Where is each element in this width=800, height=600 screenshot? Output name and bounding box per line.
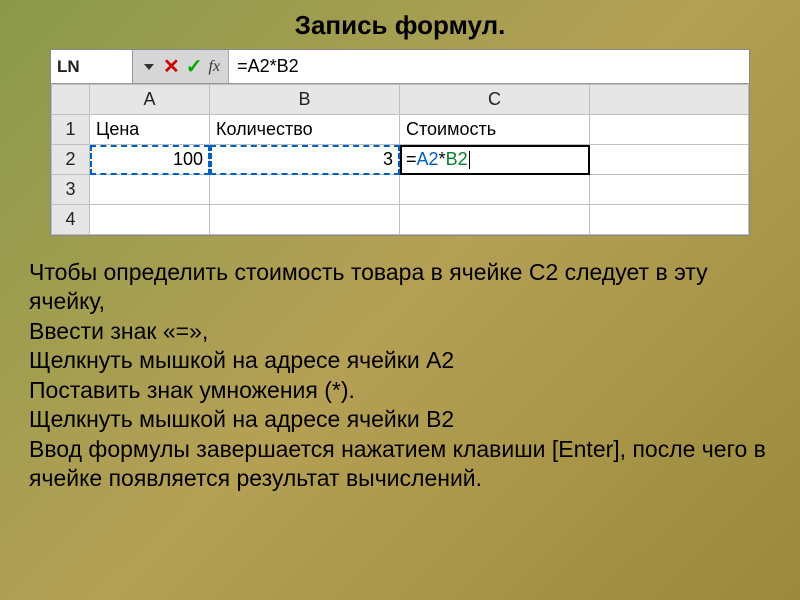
select-all-corner[interactable]	[52, 85, 90, 115]
cell-a2[interactable]: 100	[90, 145, 210, 175]
cell-c4[interactable]	[400, 205, 590, 235]
formula-bar: LN ✕ ✓ fx =A2*B2	[51, 50, 749, 84]
spreadsheet-grid: A B C 1 Цена Количество Стоимость 2 100 …	[51, 84, 749, 235]
formula-ref-b2: B2	[446, 149, 468, 169]
row-header-1[interactable]: 1	[52, 115, 90, 145]
cell-a3[interactable]	[90, 175, 210, 205]
cell-a4[interactable]	[90, 205, 210, 235]
col-header-a[interactable]: A	[90, 85, 210, 115]
col-header-extra[interactable]	[590, 85, 749, 115]
formula-op: *	[439, 149, 446, 169]
formula-ref-a2: A2	[417, 149, 439, 169]
cell-d2[interactable]	[590, 145, 749, 175]
instruction-line-2: Ввести знак «=»,	[29, 317, 771, 346]
cell-b2[interactable]: 3	[210, 145, 400, 175]
cell-b1[interactable]: Количество	[210, 115, 400, 145]
row-header-4[interactable]: 4	[52, 205, 90, 235]
instruction-line-1: Чтобы определить стоимость товара в ячей…	[29, 258, 771, 317]
col-header-b[interactable]: B	[210, 85, 400, 115]
cell-d1[interactable]	[590, 115, 749, 145]
cell-d3[interactable]	[590, 175, 749, 205]
excel-screenshot: LN ✕ ✓ fx =A2*B2 A B C 1 Цена Количество	[50, 49, 750, 236]
cell-b3[interactable]	[210, 175, 400, 205]
cell-b4[interactable]	[210, 205, 400, 235]
name-box[interactable]: LN	[51, 50, 133, 83]
fx-icon[interactable]: fx	[209, 58, 221, 76]
instruction-line-4: Поставить знак умножения (*).	[29, 376, 771, 405]
formula-bar-buttons: ✕ ✓ fx	[133, 50, 229, 83]
name-box-dropdown-icon[interactable]	[144, 64, 154, 70]
instruction-text: Чтобы определить стоимость товара в ячей…	[25, 258, 775, 494]
slide-title: Запись формул.	[25, 10, 775, 41]
cell-d4[interactable]	[590, 205, 749, 235]
formula-input[interactable]: =A2*B2	[229, 50, 749, 83]
formula-eq: =	[406, 149, 417, 169]
cell-c3[interactable]	[400, 175, 590, 205]
instruction-line-5: Щелкнуть мышкой на адресе ячейки B2	[29, 405, 771, 434]
row-header-3[interactable]: 3	[52, 175, 90, 205]
enter-icon[interactable]: ✓	[186, 54, 203, 79]
instruction-line-3: Щелкнуть мышкой на адресе ячейки A2	[29, 346, 771, 375]
cell-c2[interactable]: =A2*B2	[400, 145, 590, 175]
text-caret	[469, 151, 470, 169]
col-header-c[interactable]: C	[400, 85, 590, 115]
cell-a1[interactable]: Цена	[90, 115, 210, 145]
cell-c1[interactable]: Стоимость	[400, 115, 590, 145]
slide: Запись формул. LN ✕ ✓ fx =A2*B2 A B C 1 …	[0, 0, 800, 600]
row-header-2[interactable]: 2	[52, 145, 90, 175]
cancel-icon[interactable]: ✕	[163, 54, 180, 79]
instruction-line-6: Ввод формулы завершается нажатием клавиш…	[29, 435, 771, 494]
